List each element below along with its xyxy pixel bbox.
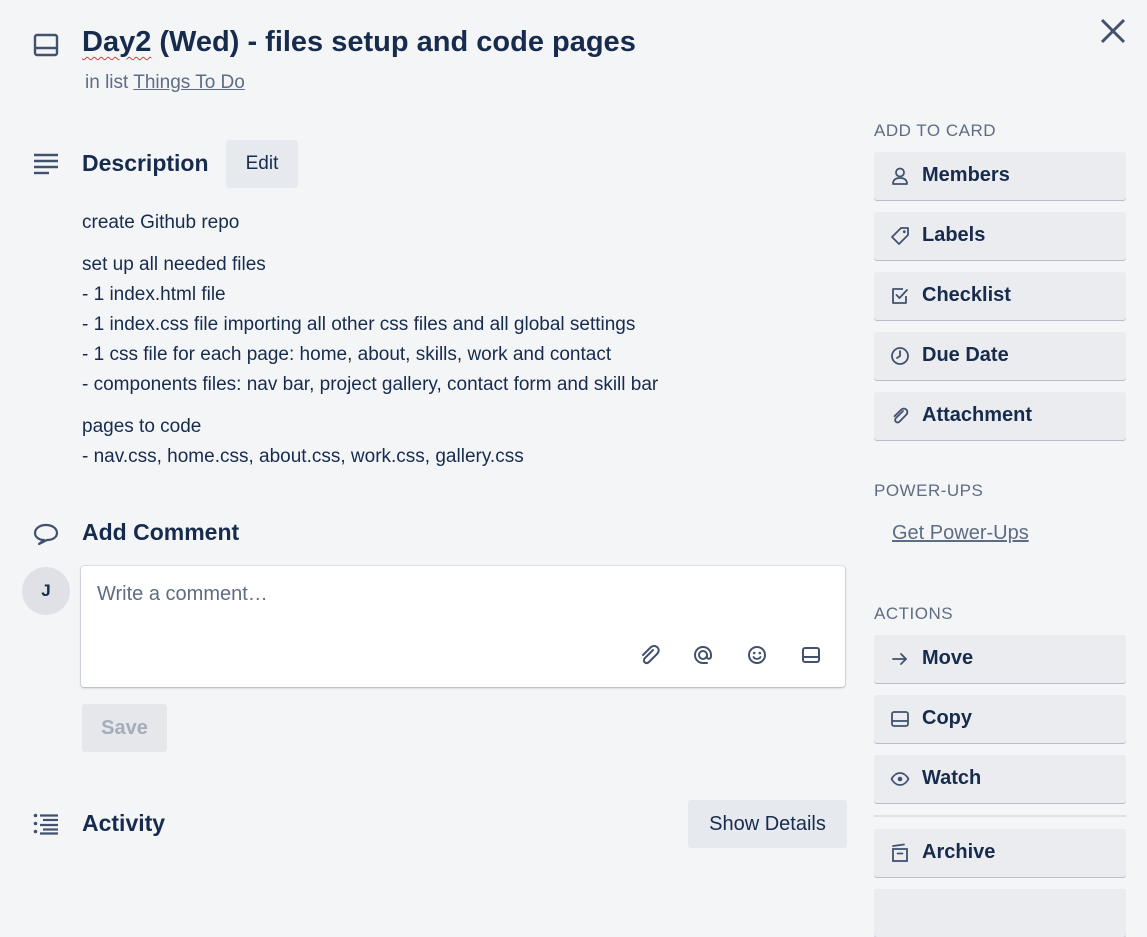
arrow-right-icon	[890, 649, 910, 669]
members-label: Members	[922, 164, 1010, 186]
archive-icon	[890, 843, 910, 863]
labels-button[interactable]: Labels	[874, 212, 1126, 260]
checklist-label: Checklist	[922, 284, 1011, 306]
card-title[interactable]: Day2 (Wed) - files setup and code pages	[82, 26, 636, 59]
description-heading: Description	[82, 150, 209, 176]
attachment-label: Attachment	[922, 404, 1033, 426]
more-action-button[interactable]	[874, 889, 1126, 937]
due-date-button[interactable]: Due Date	[874, 332, 1126, 380]
copy-button[interactable]: Copy	[874, 695, 1126, 743]
checkbox-icon	[890, 286, 910, 306]
description-paragraph: set up all needed files - 1 index.html f…	[82, 254, 659, 395]
copy-label: Copy	[922, 707, 972, 729]
comment-input[interactable]	[81, 566, 845, 636]
archive-label: Archive	[922, 841, 996, 863]
watch-label: Watch	[922, 767, 982, 789]
close-icon[interactable]	[1096, 14, 1130, 48]
tag-icon	[890, 226, 910, 246]
emoji-icon[interactable]	[744, 642, 770, 668]
labels-label: Labels	[922, 224, 986, 246]
attachment-button[interactable]: Attachment	[874, 392, 1126, 440]
actions-label: ACTIONS	[874, 604, 954, 623]
description-paragraph: create Github repo	[82, 212, 240, 233]
card-icon[interactable]	[798, 642, 824, 668]
eye-icon	[890, 769, 910, 789]
due-date-label: Due Date	[922, 344, 1009, 366]
person-icon	[890, 166, 910, 186]
card-icon	[33, 33, 59, 57]
in-list-text: in list Things To Do	[85, 72, 245, 93]
archive-button[interactable]: Archive	[874, 829, 1126, 877]
watch-button[interactable]: Watch	[874, 755, 1126, 803]
move-label: Move	[922, 647, 974, 669]
mention-icon[interactable]	[690, 642, 716, 668]
paperclip-icon	[890, 406, 910, 426]
card-icon	[890, 709, 910, 729]
add-to-card-label: ADD TO CARD	[874, 121, 997, 140]
description-body: create Github repo set up all needed fil…	[82, 208, 842, 484]
list-name-link[interactable]: Things To Do	[133, 72, 245, 93]
add-comment-heading: Add Comment	[82, 519, 240, 545]
clock-icon	[890, 346, 910, 366]
show-details-button[interactable]: Show Details	[688, 800, 847, 848]
comment-icon	[33, 522, 59, 546]
power-ups-label: POWER-UPS	[874, 481, 984, 500]
attachment-icon[interactable]	[636, 642, 662, 668]
edit-description-button[interactable]: Edit	[226, 140, 298, 188]
get-power-ups-link[interactable]: Get Power-Ups	[892, 522, 1029, 545]
sidebar-divider	[874, 815, 1126, 817]
save-comment-button[interactable]: Save	[82, 704, 167, 752]
activity-icon	[33, 813, 59, 835]
checklist-button[interactable]: Checklist	[874, 272, 1126, 320]
description-paragraph: pages to code - nav.css, home.css, about…	[82, 416, 524, 467]
members-button[interactable]: Members	[874, 152, 1126, 200]
comment-box	[81, 566, 845, 687]
activity-heading: Activity	[82, 810, 166, 836]
avatar[interactable]: J	[22, 567, 70, 615]
description-icon	[33, 152, 59, 176]
move-button[interactable]: Move	[874, 635, 1126, 683]
